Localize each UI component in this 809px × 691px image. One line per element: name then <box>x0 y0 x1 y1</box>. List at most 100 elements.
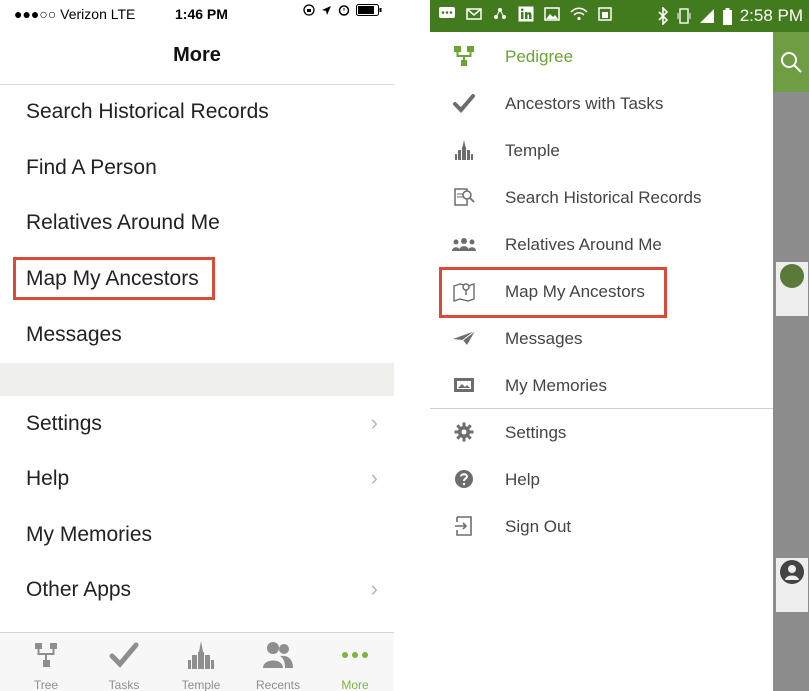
wifi-icon <box>570 7 588 21</box>
tab-tree[interactable]: Tree <box>7 633 85 691</box>
drawer-item-sign-out[interactable]: Sign Out <box>430 503 773 550</box>
menu-item-label: Search Historical Records <box>26 100 269 123</box>
drawer-item-label: Temple <box>505 141 560 160</box>
menu-item-label: Messages <box>26 323 122 346</box>
chevron-right-icon: › <box>370 465 378 490</box>
status-time: 1:46 PM <box>175 6 228 22</box>
people-icon <box>452 232 476 256</box>
chevron-right-icon: › <box>370 410 378 435</box>
menu-item-label: Settings <box>26 412 102 435</box>
bluetooth-icon <box>658 7 668 25</box>
menu-item-search-historical-records[interactable]: Search Historical Records <box>0 84 394 140</box>
menu-item-label: Find A Person <box>26 156 157 179</box>
drawer-item-my-memories[interactable]: My Memories <box>430 362 773 409</box>
drawer-item-label: Settings <box>505 423 567 442</box>
lock-rotation-icon <box>303 4 315 16</box>
menu-item-settings[interactable]: Settings › <box>0 396 394 452</box>
tab-bar: Tree Tasks Temple Recents More <box>0 632 394 691</box>
menu-item-label: My Memories <box>26 523 153 546</box>
drawer-item-label: Messages <box>505 329 583 348</box>
tab-label: More <box>341 678 369 691</box>
drawer-item-settings[interactable]: Settings <box>430 409 773 456</box>
section-gap <box>0 363 394 396</box>
tab-recents[interactable]: Recents <box>239 633 317 691</box>
drawer-item-label: Help <box>505 470 540 489</box>
location-arrow-icon <box>322 5 331 15</box>
menu-item-label: Other Apps <box>26 578 132 601</box>
carrier-text: ●●●○○ Verizon LTE <box>14 6 136 22</box>
app-icon <box>494 8 506 19</box>
highlight-box <box>439 267 667 318</box>
drawer-item-search-historical-records[interactable]: Search Historical Records <box>430 174 773 221</box>
menu-item-find-a-person[interactable]: Find A Person <box>0 140 394 196</box>
menu-item-label: Help <box>26 467 70 490</box>
drawer-item-label: Search Historical Records <box>505 188 702 207</box>
photo-icon <box>452 373 476 397</box>
linkedin-icon <box>518 6 534 22</box>
check-icon <box>452 91 476 115</box>
tab-label: Tasks <box>108 678 140 691</box>
calendar-icon <box>598 7 612 21</box>
background-person-card <box>776 262 808 316</box>
android-nav-drawer-screen: 2:58 PM Pedigree Ancestors with Tasks Te… <box>430 0 809 691</box>
tab-label: Recents <box>255 678 301 691</box>
pedigree-icon <box>452 44 476 68</box>
paper-plane-icon <box>452 326 476 350</box>
drawer-item-label: My Memories <box>505 376 608 395</box>
drawer-item-label: Sign Out <box>505 517 572 536</box>
navigation-drawer: Pedigree Ancestors with Tasks Temple Sea… <box>430 32 773 691</box>
ios-status-bar: ●●●○○ Verizon LTE 1:46 PM <box>0 0 394 28</box>
menu-item-other-apps[interactable]: Other Apps › <box>0 562 394 618</box>
alarm-icon <box>338 5 350 16</box>
tree-icon <box>7 639 85 671</box>
drawer-item-relatives-around-me[interactable]: Relatives Around Me <box>430 221 773 268</box>
chat-icon <box>439 7 455 18</box>
battery-icon <box>722 7 732 25</box>
signal-icon <box>699 9 714 23</box>
drawer-item-temple[interactable]: Temple <box>430 127 773 174</box>
chevron-right-icon: › <box>370 576 378 601</box>
temple-icon <box>162 639 240 671</box>
drawer-item-label: Ancestors with Tasks <box>505 94 664 113</box>
battery-icon <box>356 4 382 16</box>
email-icon <box>466 8 482 20</box>
vibrate-icon <box>677 8 691 24</box>
page-title: More <box>173 44 221 66</box>
notification-icons <box>438 6 612 22</box>
drawer-item-messages[interactable]: Messages <box>430 315 773 362</box>
highlight-box <box>13 257 215 300</box>
tab-more[interactable]: More <box>316 633 394 691</box>
system-status: 2:58 PM <box>657 6 803 26</box>
help-icon <box>452 467 476 491</box>
sign-out-icon <box>452 514 476 538</box>
drawer-item-ancestors-with-tasks[interactable]: Ancestors with Tasks <box>430 80 773 127</box>
status-time: 2:58 PM <box>739 6 803 25</box>
drawer-item-label: Relatives Around Me <box>505 235 662 254</box>
temple-icon <box>452 138 476 162</box>
search-icon <box>781 52 802 73</box>
menu-item-relatives-around-me[interactable]: Relatives Around Me <box>0 195 394 251</box>
more-dots-icon <box>316 639 394 671</box>
drawer-item-help[interactable]: Help <box>430 456 773 503</box>
drawer-item-pedigree[interactable]: Pedigree <box>430 33 773 80</box>
menu-item-label: Relatives Around Me <box>26 211 220 234</box>
search-records-icon <box>452 185 476 209</box>
menu-item-messages[interactable]: Messages <box>0 307 394 363</box>
photo-notification-icon <box>544 7 560 21</box>
gear-icon <box>452 420 476 444</box>
ios-more-screen: ●●●○○ Verizon LTE 1:46 PM More Search Hi… <box>0 0 394 691</box>
background-person-card <box>776 558 808 612</box>
check-icon <box>85 639 163 671</box>
drawer-item-label: Pedigree <box>505 47 574 66</box>
avatar <box>780 560 804 584</box>
tab-label: Tree <box>33 678 59 691</box>
tab-temple[interactable]: Temple <box>162 633 240 691</box>
tab-tasks[interactable]: Tasks <box>85 633 163 691</box>
status-icons <box>303 4 382 16</box>
menu-item-help[interactable]: Help › <box>0 451 394 507</box>
tab-label: Temple <box>181 678 221 691</box>
android-status-bar: 2:58 PM <box>430 0 809 32</box>
avatar <box>780 264 804 288</box>
menu-item-my-memories[interactable]: My Memories <box>0 507 394 563</box>
people-icon <box>239 639 317 671</box>
